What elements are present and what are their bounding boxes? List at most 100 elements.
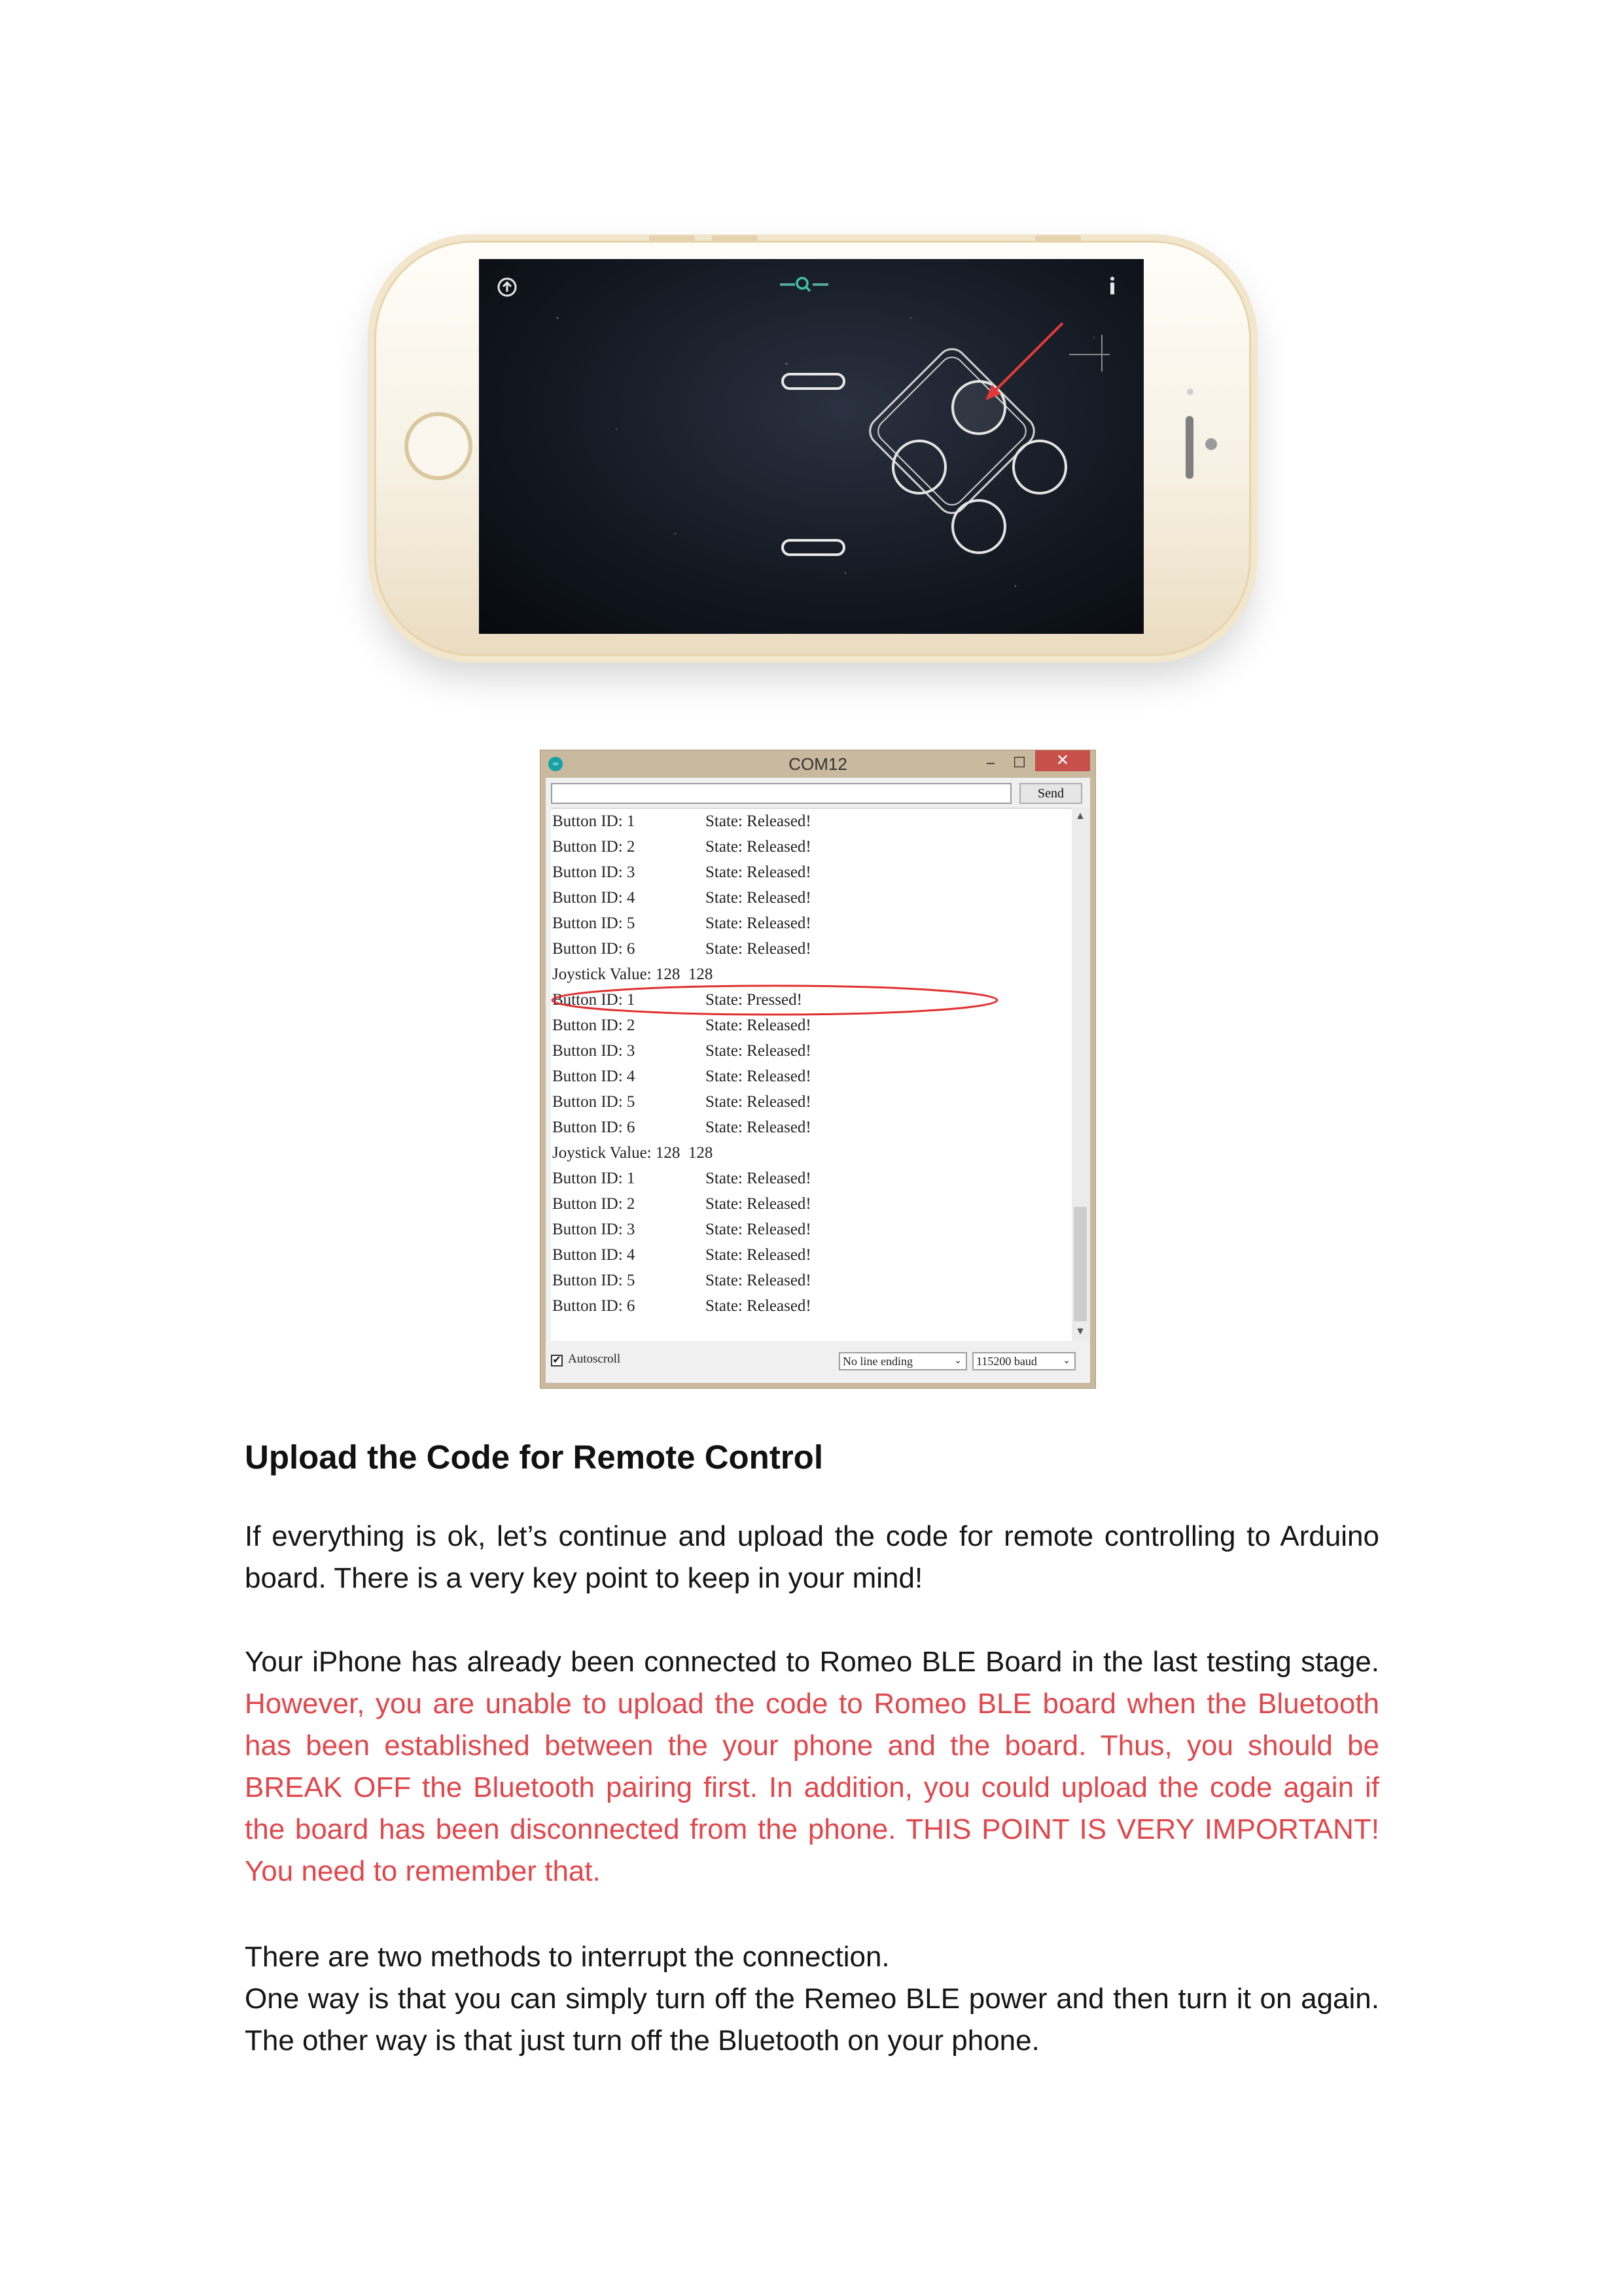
home-button[interactable] [404,412,472,480]
serial-line-state: State: Released! [705,1170,811,1187]
serial-line-state: State: Released! [705,838,811,856]
serial-line-state: State: Released! [705,1195,811,1213]
serial-line-label: Button ID: 5 [552,1272,635,1289]
serial-line: Button ID: 2 State: Released! [552,834,811,860]
info-icon[interactable] [1110,277,1114,294]
serial-line-state: State: Released! [705,1017,811,1034]
serial-line-state: State: Released! [705,1119,811,1136]
serial-line-label: Button ID: 2 [552,838,635,856]
phone-volume-button [649,235,695,241]
pill-button-bottom[interactable] [781,539,845,556]
line-ending-value: No line ending [843,1355,913,1368]
serial-line-label: Button ID: 4 [552,1246,635,1264]
serial-line: Button ID: 3 State: Released! [552,1038,811,1064]
serial-line-label: Button ID: 2 [552,1017,635,1034]
phone-volume-button [712,235,758,241]
paragraph-warning-block: Your iPhone has already been connected t… [245,1641,1379,1892]
serial-client-area: Send Button ID: 1 State: Released! Button … [546,778,1090,1383]
serial-line: Button ID: 1 State: Released! [552,1166,811,1191]
phone-speaker [1186,416,1193,479]
serial-line-label: Button ID: 3 [552,863,635,881]
baud-rate-select[interactable]: 115200 baud ⌄ [972,1352,1076,1370]
serial-line-label: Button ID: 1 [552,991,635,1009]
serial-line: Button ID: 5 State: Released! [552,911,811,936]
button-down[interactable] [951,499,1006,554]
phone-camera [1205,438,1217,450]
serial-line: Button ID: 2 State: Released! [552,1013,811,1038]
serial-line-label: Button ID: 4 [552,1068,635,1085]
serial-line: Button ID: 4 State: Released! [552,1242,811,1268]
serial-line: Button ID: 5 State: Released! [552,1268,811,1293]
warning-text: However, you are unable to upload the co… [245,1688,1379,1887]
pill-button-top[interactable] [781,373,845,390]
serial-line-label: Button ID: 4 [552,889,635,907]
serial-line-state: State: Released! [705,1297,811,1315]
serial-line: Button ID: 6 State: Released! [552,1115,811,1140]
serial-line: Button ID: 3 State: Released! [552,1217,811,1242]
paragraph-intro: If everything is ok, let’s continue and … [245,1520,1379,1594]
serial-line: Button ID: 6 State: Released! [552,936,811,962]
scroll-thumb[interactable] [1074,1207,1087,1321]
serial-line: Button ID: 4 State: Released! [552,1064,811,1089]
serial-line-state: State: Released! [705,1068,811,1085]
scroll-down-arrow-icon[interactable]: ▼ [1072,1323,1089,1340]
serial-line: Joystick Value: 128 128 [552,1140,713,1166]
chevron-down-icon: ⌄ [1063,1356,1070,1366]
minimize-button[interactable]: – [978,753,1004,773]
serial-line-label: Button ID: 1 [552,812,635,830]
app-screen [479,259,1144,634]
scroll-up-arrow-icon[interactable]: ▲ [1072,808,1089,825]
serial-line: Joystick Value: 128 128 [552,962,713,987]
serial-line-label: Button ID: 6 [552,940,635,958]
crosshair-icon [1069,335,1110,372]
serial-line: Button ID: 2 State: Released! [552,1191,811,1217]
button-right[interactable] [1012,440,1067,495]
serial-line-state: State: Released! [705,889,811,907]
serial-line: Button ID: 1 State: Pressed! [552,987,802,1013]
annotation-arrow [985,322,1064,400]
phone-sensor [1187,389,1193,395]
serial-line: Button ID: 6 State: Released! [552,1293,811,1319]
serial-line-label: Button ID: 3 [552,1042,635,1060]
serial-line-label: Button ID: 2 [552,1195,635,1213]
serial-line-label: Button ID: 6 [552,1297,635,1315]
dpad-frame [869,348,1035,514]
line-ending-select[interactable]: No line ending ⌄ [839,1352,967,1370]
serial-input[interactable] [551,783,1012,804]
serial-line-state: State: Released! [705,1042,811,1060]
serial-line: Button ID: 3 State: Released! [552,860,811,885]
send-button[interactable]: Send [1019,783,1082,804]
serial-line-state: State: Released! [705,914,811,932]
serial-line-state: State: Released! [705,1093,811,1111]
serial-line-state: State: Released! [705,1221,811,1238]
serial-line-label: Joystick Value: 128 128 [552,1144,713,1162]
serial-line-state: State: Released! [705,863,811,881]
maximize-button[interactable]: ☐ [1006,753,1033,773]
serial-line-state: State: Released! [705,940,811,958]
scrollbar[interactable]: ▲ ▼ [1072,808,1089,1340]
autoscroll-checkbox[interactable]: ✔ [551,1355,563,1366]
serial-line-label: Button ID: 3 [552,1221,635,1238]
baud-rate-value: 115200 baud [976,1355,1037,1368]
serial-output[interactable]: Button ID: 1 State: Released! Button ID: 2… [551,808,1072,1341]
serial-line: Button ID: 5 State: Released! [552,1089,811,1115]
serial-line-state: State: Released! [705,1246,811,1264]
methods-detail-line: One way is that you can simply turn off … [245,1983,1379,2057]
search-icon[interactable] [780,277,828,292]
title-bar[interactable]: ∞ COM12 – ☐ ✕ [540,750,1095,778]
serial-line-label: Button ID: 5 [552,1093,635,1111]
arrow-up-circle-icon[interactable] [497,277,517,297]
serial-line-state: State: Pressed! [705,991,802,1009]
status-bar: ✔ Autoscroll No line ending ⌄ 115200 bau… [546,1346,1090,1378]
serial-line: Button ID: 1 State: Released! [552,809,811,834]
serial-line: Button ID: 4 State: Released! [552,885,811,911]
app-screen-graphics [497,277,1114,587]
close-button[interactable]: ✕ [1035,750,1090,771]
serial-line-label: Joystick Value: 128 128 [552,965,713,983]
autoscroll-label: Autoscroll [568,1352,621,1366]
paragraph-methods: There are two methods to interrupt the c… [245,1936,1379,2062]
methods-intro-line: There are two methods to interrupt the c… [245,1941,890,1973]
phone-figure [374,235,1251,656]
serial-line-label: Button ID: 6 [552,1119,635,1136]
chevron-down-icon: ⌄ [954,1356,962,1366]
